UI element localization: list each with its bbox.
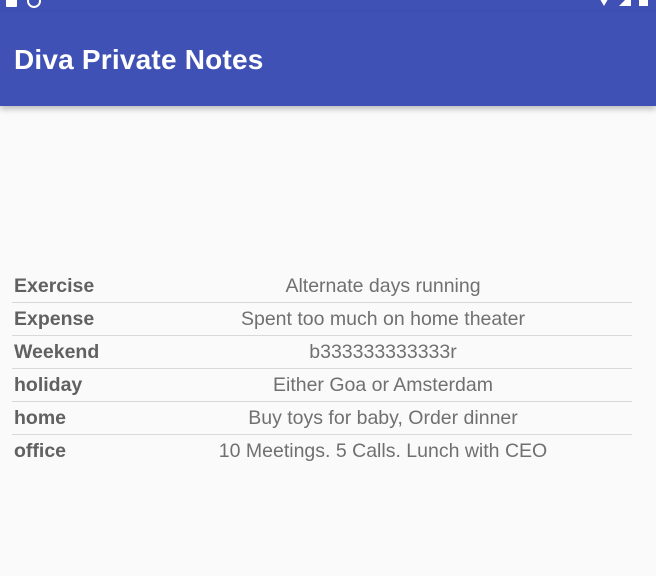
note-value: Buy toys for baby, Order dinner [134,401,632,435]
note-value: Alternate days running [134,270,632,303]
note-value: b333333333333r [134,335,632,369]
note-row[interactable]: office 10 Meetings. 5 Calls. Lunch with … [12,435,632,468]
note-row[interactable]: Exercise Alternate days running [12,270,632,303]
note-row[interactable]: Weekend b333333333333r [12,335,632,369]
app-screen: Diva Private Notes Exercise Alternate da… [0,0,656,576]
note-key: Expense [12,302,134,336]
app-title: Diva Private Notes [14,44,264,75]
sync-icon [27,0,41,8]
app-bar: Diva Private Notes [0,12,656,106]
note-key: home [12,401,134,435]
note-value: 10 Meetings. 5 Calls. Lunch with CEO [218,439,548,462]
status-bar [0,0,656,12]
note-row[interactable]: holiday Either Goa or Amsterdam [12,368,632,402]
signal-icon [619,0,631,6]
status-bar-right [597,0,648,6]
note-key: Exercise [12,270,134,303]
note-value: Spent too much on home theater [134,302,632,336]
notes-table: Exercise Alternate days running Expense … [12,270,632,467]
battery-icon [639,0,648,6]
note-row[interactable]: home Buy toys for baby, Order dinner [12,401,632,435]
notification-icon [6,0,17,7]
wifi-icon [597,0,611,6]
note-key: Weekend [12,335,134,369]
note-key: office [14,439,67,462]
note-key: holiday [12,368,134,402]
note-row[interactable]: Expense Spent too much on home theater [12,302,632,336]
status-bar-left [6,0,41,8]
note-value: Either Goa or Amsterdam [134,368,632,402]
